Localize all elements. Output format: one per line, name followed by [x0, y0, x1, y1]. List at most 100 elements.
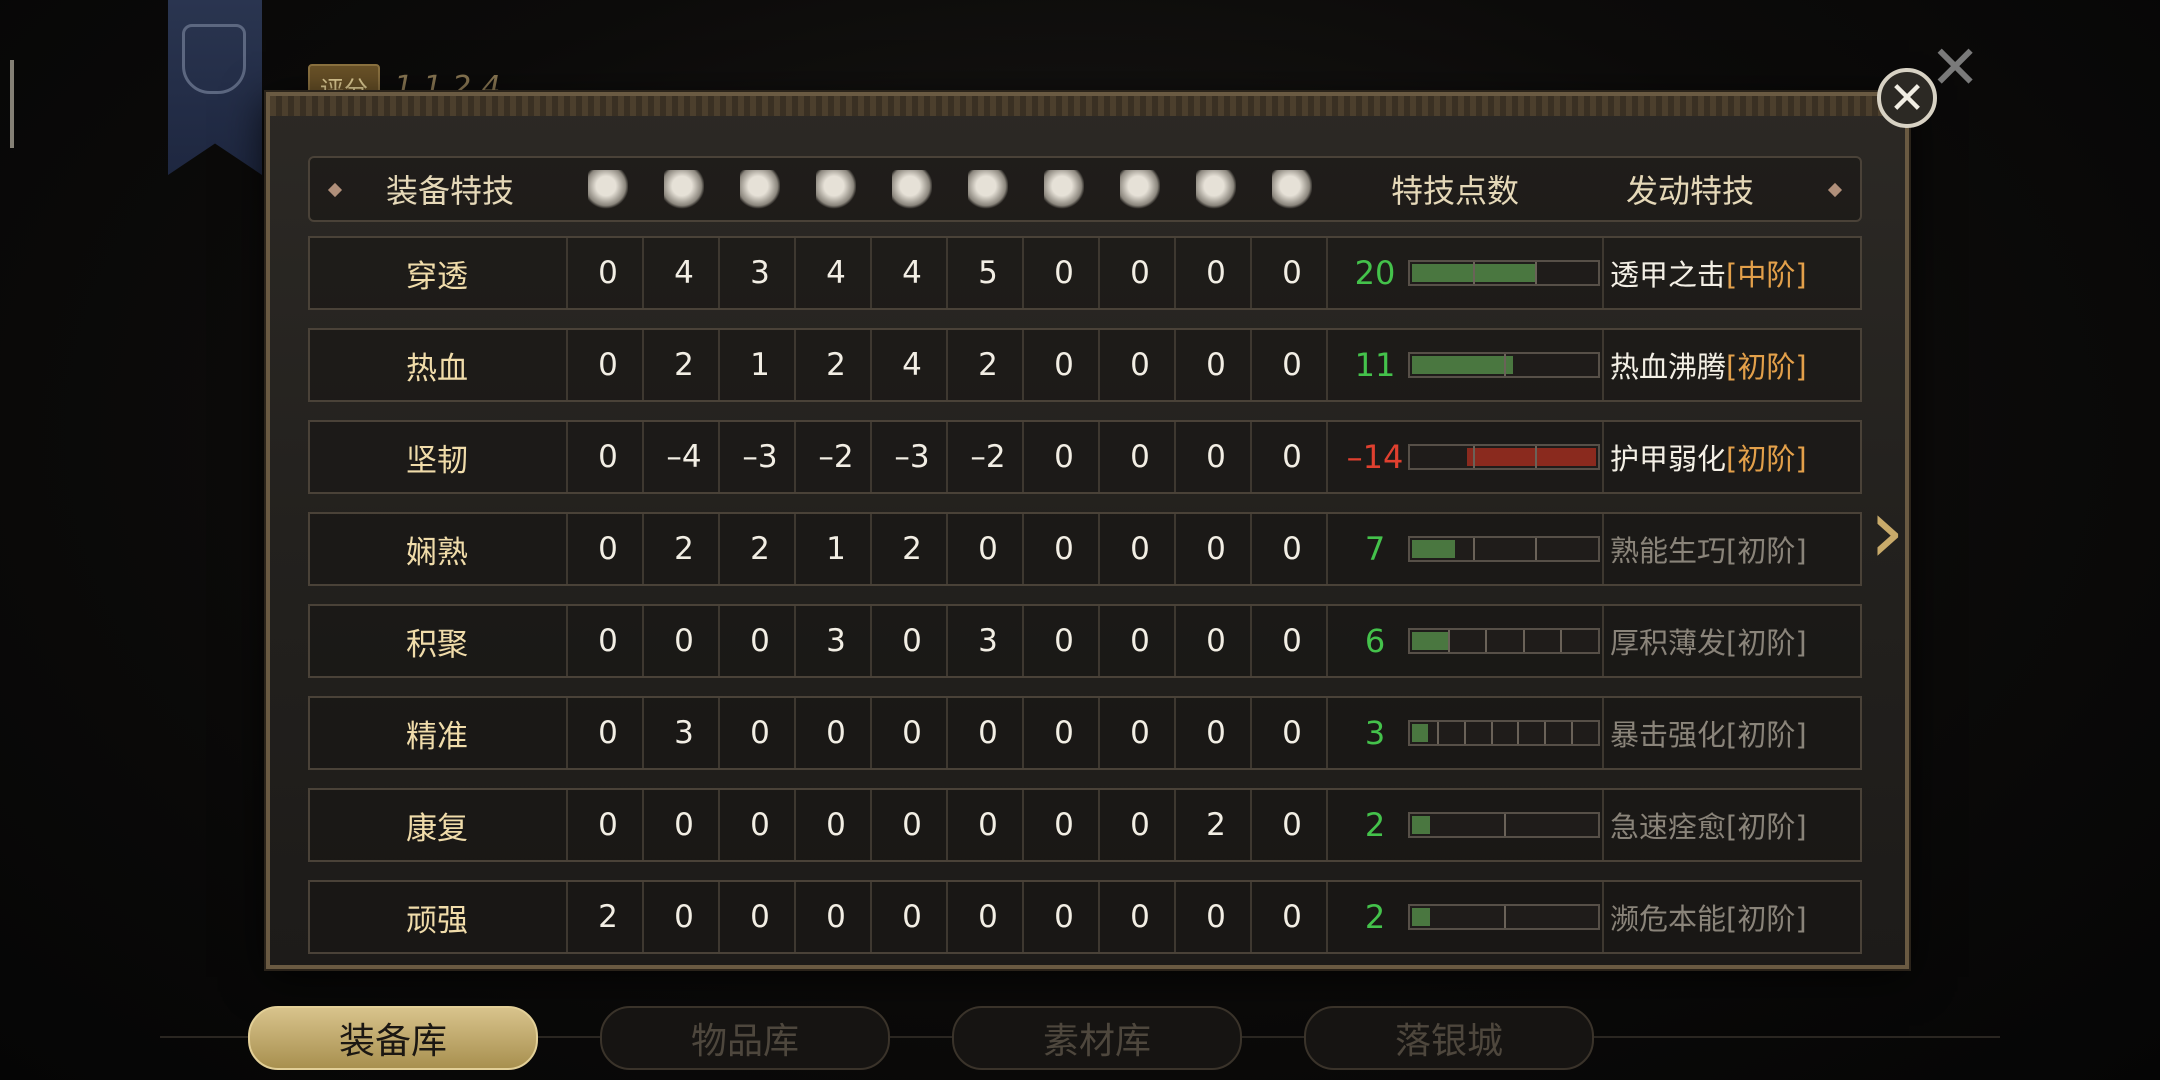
skill-effect-tier: [初阶]	[1726, 810, 1807, 844]
skill-effect[interactable]: 热血沸腾 [初阶]	[1610, 330, 1860, 400]
slot-value: 0	[1130, 715, 1150, 751]
slot-value: 0	[1206, 623, 1226, 659]
skill-progress-fill	[1412, 540, 1455, 558]
table-row[interactable]: 娴熟 0 2 2 1 2 0 0 0 0 0 7 熟能生巧 [初阶]	[308, 512, 1862, 586]
slot-value: –3	[742, 439, 778, 475]
slot-value: 0	[978, 807, 998, 843]
slot-value: 0	[1054, 899, 1074, 935]
bar-segment-divider	[1491, 722, 1493, 744]
close-x-icon[interactable]: ✕	[1930, 38, 1980, 98]
slot-value: 0	[1054, 623, 1074, 659]
table-row[interactable]: 精准 0 3 0 0 0 0 0 0 0 0 3 暴击强化 [初阶]	[308, 696, 1862, 770]
slot-value: 0	[1054, 347, 1074, 383]
skill-name: 穿透	[406, 258, 468, 295]
bar-segment-divider	[1437, 722, 1439, 744]
skill-progress-bar	[1408, 812, 1600, 838]
bar-segment-divider	[1535, 538, 1537, 560]
skill-effect-tier: [初阶]	[1726, 902, 1807, 936]
slot-value: 0	[1282, 715, 1302, 751]
slot-value: 0	[674, 623, 694, 659]
skill-effect[interactable]: 护甲弱化 [初阶]	[1610, 422, 1860, 492]
skill-effect-tier: [初阶]	[1726, 534, 1807, 568]
table-row[interactable]: 热血 0 2 1 2 4 2 0 0 0 0 11 热血沸腾 [初阶]	[308, 328, 1862, 402]
skill-progress-fill	[1412, 816, 1431, 834]
column-divider	[1602, 698, 1604, 768]
slot-value: 0	[1282, 255, 1302, 291]
skill-effect-name: 热血沸腾	[1610, 350, 1727, 384]
slot-value: 0	[826, 807, 846, 843]
tab-0[interactable]: 装备库	[248, 1006, 538, 1070]
slot-value: 0	[1054, 807, 1074, 843]
header-right-diamond-icon	[1827, 182, 1843, 198]
slot-value: 0	[1054, 439, 1074, 475]
table-row[interactable]: 坚韧 0 –4 –3 –2 –3 –2 0 0 0 0 –14 护甲弱化 [初阶]	[308, 420, 1862, 494]
slot-value: 0	[598, 623, 618, 659]
column-divider	[1602, 238, 1604, 308]
slot-value: 0	[1282, 439, 1302, 475]
crest-icon	[1120, 170, 1160, 210]
skill-progress-fill	[1412, 908, 1431, 926]
bar-segment-divider	[1448, 630, 1450, 652]
slot-value: 0	[826, 899, 846, 935]
skill-name: 康复	[406, 810, 468, 847]
panel-border	[270, 96, 1905, 116]
slot-value: –2	[818, 439, 854, 475]
close-button[interactable]: ✕	[1877, 68, 1937, 128]
slot-value: 0	[1282, 807, 1302, 843]
table-row[interactable]: 穿透 0 4 3 4 4 5 0 0 0 0 20 透甲之击 [中阶]	[308, 236, 1862, 310]
skill-effect[interactable]: 濒危本能 [初阶]	[1610, 882, 1860, 952]
skill-effect-tier: [中阶]	[1726, 258, 1807, 292]
skill-name: 积聚	[406, 626, 468, 663]
skill-name: 坚韧	[406, 442, 468, 479]
skill-name: 热血	[406, 350, 468, 387]
slot-value: 0	[978, 531, 998, 567]
slot-value: 0	[1054, 531, 1074, 567]
tab-1[interactable]: 物品库	[600, 1006, 890, 1070]
tab-2[interactable]: 素材库	[952, 1006, 1242, 1070]
slot-value: 0	[1054, 255, 1074, 291]
skill-effect-tier: [初阶]	[1726, 350, 1807, 384]
skill-progress-fill	[1412, 724, 1428, 742]
column-divider	[1602, 790, 1604, 860]
next-page-arrow-icon[interactable]: ›	[1862, 487, 1912, 577]
slot-value: 3	[978, 623, 998, 659]
bar-segment-divider	[1464, 722, 1466, 744]
table-row[interactable]: 康复 0 0 0 0 0 0 0 0 2 0 2 急速痊愈 [初阶]	[308, 788, 1862, 862]
boots-icon	[968, 170, 1008, 210]
slot-value: 0	[750, 623, 770, 659]
slot-value: 0	[826, 715, 846, 751]
bar-segment-divider	[1560, 630, 1562, 652]
skill-effect[interactable]: 厚积薄发 [初阶]	[1610, 606, 1860, 676]
bar-segment-divider	[1535, 262, 1537, 284]
bar-segment-divider	[1504, 906, 1506, 928]
header-skill-label: 装备特技	[385, 172, 514, 210]
slot-value: 0	[1130, 807, 1150, 843]
bar-segment-divider	[1517, 722, 1519, 744]
slot-value: 0	[750, 899, 770, 935]
table-row[interactable]: 积聚 0 0 0 3 0 3 0 0 0 0 6 厚积薄发 [初阶]	[308, 604, 1862, 678]
tab-3[interactable]: 落银城	[1304, 1006, 1594, 1070]
skill-effect[interactable]: 暴击强化 [初阶]	[1610, 698, 1860, 768]
skill-progress-bar	[1408, 628, 1600, 654]
skill-name: 顽强	[406, 902, 468, 939]
bracer-icon	[892, 170, 932, 210]
side-handle[interactable]	[10, 60, 14, 148]
slot-value: 1	[750, 347, 770, 383]
slot-value: 0	[978, 715, 998, 751]
slot-value: 4	[902, 255, 922, 291]
slot-value: 0	[1206, 255, 1226, 291]
table-row[interactable]: 顽强 2 0 0 0 0 0 0 0 0 0 2 濒危本能 [初阶]	[308, 880, 1862, 954]
slot-value: 0	[674, 899, 694, 935]
skill-name: 娴熟	[406, 534, 468, 571]
slot-value: 4	[674, 255, 694, 291]
slot-value: 3	[674, 715, 694, 751]
bar-segment-divider	[1535, 446, 1537, 468]
slot-value: 2	[1206, 807, 1226, 843]
skill-effect[interactable]: 透甲之击 [中阶]	[1610, 238, 1860, 308]
slot-value: 0	[1282, 899, 1302, 935]
bar-segment-divider	[1504, 354, 1506, 376]
skill-effect[interactable]: 急速痊愈 [初阶]	[1610, 790, 1860, 860]
column-divider	[1602, 422, 1604, 492]
skill-effect[interactable]: 熟能生巧 [初阶]	[1610, 514, 1860, 584]
skill-effect-name: 急速痊愈	[1610, 810, 1727, 844]
